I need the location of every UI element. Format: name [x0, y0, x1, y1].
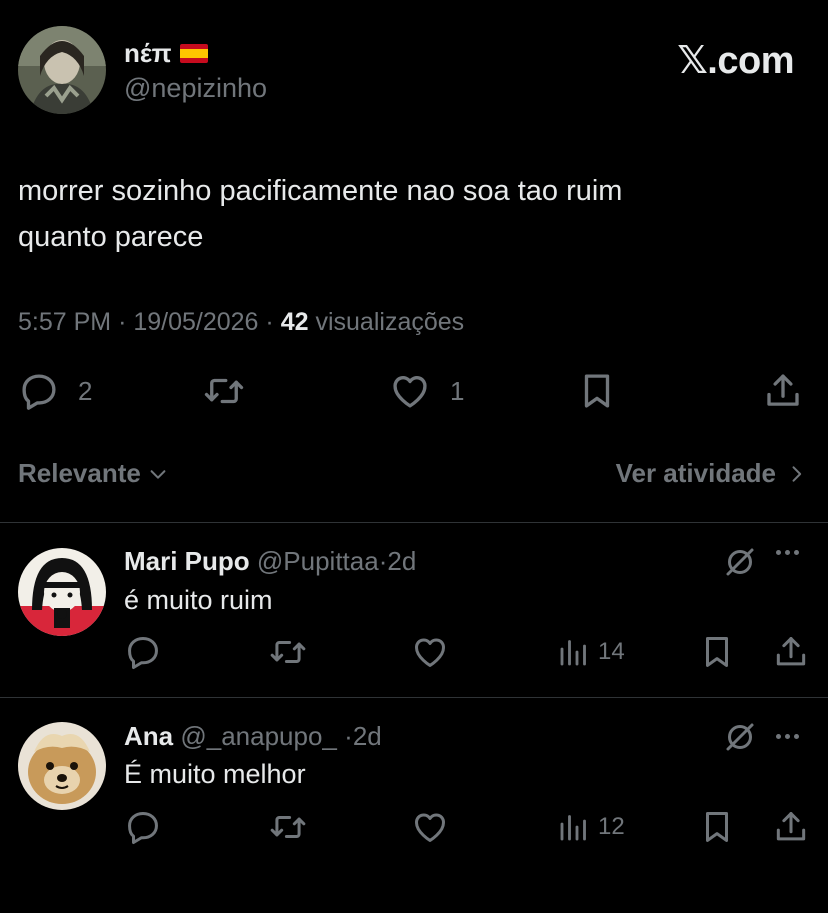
reply-avatar[interactable] [18, 548, 106, 636]
reply-text: é muito ruim [124, 585, 273, 615]
post-text-line: morrer sozinho pacificamente nao soa tao… [18, 175, 623, 207]
reply-separator: · [344, 721, 353, 751]
post-time[interactable]: 5:57 PM [18, 308, 111, 336]
view-activity-label: Ver atividade [615, 458, 776, 488]
more-options-icon[interactable] [776, 734, 799, 739]
share-button[interactable] [762, 370, 804, 417]
share-icon [762, 370, 804, 412]
reply-views-count: 14 [598, 638, 625, 665]
reply-header: Mari Pupo @Pupittaa·2d [124, 546, 416, 577]
reply-icon [18, 370, 60, 412]
views-chart-icon [560, 640, 586, 666]
reply-action-views[interactable]: 12 [556, 808, 625, 846]
reply-author-handle[interactable]: @_anapupo_ [180, 721, 337, 751]
reply-action-retweet[interactable] [268, 808, 308, 851]
reply-count: 2 [78, 375, 93, 406]
divider [0, 697, 828, 698]
chevron-right-icon [786, 463, 806, 485]
reply-views-count: 12 [598, 813, 625, 840]
reply-avatar[interactable] [18, 722, 106, 810]
reply-header: Ana @_anapupo_ ·2d [124, 721, 382, 752]
more-options-icon[interactable] [776, 550, 799, 555]
reply-action-bookmark[interactable] [698, 633, 736, 676]
bookmark-button[interactable] [576, 370, 618, 417]
retweet-icon [202, 370, 246, 412]
reply-age[interactable]: 2d [353, 721, 382, 751]
reply-button[interactable]: 2 [18, 370, 92, 412]
like-count: 1 [450, 375, 465, 406]
views-chart-icon [560, 815, 586, 841]
x-com-logo: 𝕏.com [677, 40, 794, 82]
retweet-button[interactable] [202, 370, 246, 417]
chevron-down-icon [147, 463, 169, 485]
post-text-line: quanto parece [18, 221, 204, 253]
sort-relevance-label: Relevante [18, 458, 141, 488]
sort-relevance-dropdown[interactable]: Relevante [18, 458, 169, 489]
meta-separator: · [118, 308, 134, 336]
author-name[interactable]: nέπ [124, 38, 172, 69]
reply-action-views[interactable]: 14 [556, 633, 625, 671]
reply-action-retweet[interactable] [268, 633, 308, 676]
view-activity-link[interactable]: Ver atividade [616, 458, 806, 489]
grok-icon[interactable] [722, 719, 758, 760]
post-meta: 5:57 PM · 19/05/2026 · 42 visualizações [18, 308, 464, 337]
reply-text: É muito melhor [124, 759, 306, 789]
reply-action-reply[interactable] [124, 633, 162, 676]
reply-author-name[interactable]: Mari Pupo [124, 546, 250, 576]
reply-author-name[interactable]: Ana [124, 721, 173, 751]
divider [0, 522, 828, 523]
heart-icon [388, 370, 432, 412]
like-button[interactable]: 1 [388, 370, 464, 412]
reply-action-share[interactable] [772, 808, 810, 851]
post-date[interactable]: 19/05/2026 [133, 308, 258, 336]
reply-action-share[interactable] [772, 633, 810, 676]
views-label: visualizações [315, 308, 465, 336]
meta-separator: · [265, 308, 281, 336]
reply-action-like[interactable] [410, 808, 450, 851]
reply-action-like[interactable] [410, 633, 450, 676]
spain-flag-icon [179, 44, 208, 63]
bookmark-icon [576, 370, 618, 412]
reply-action-reply[interactable] [124, 808, 162, 851]
author-handle[interactable]: @nepizinho [124, 73, 267, 104]
reply-age[interactable]: 2d [387, 546, 416, 576]
views-count: 42 [280, 308, 309, 336]
post-text: morrer sozinho pacificamente nao soa tao… [18, 168, 622, 260]
author-avatar[interactable] [18, 26, 106, 114]
reply-author-handle[interactable]: @Pupittaa [257, 546, 379, 576]
grok-icon[interactable] [722, 544, 758, 585]
reply-action-bookmark[interactable] [698, 808, 736, 851]
